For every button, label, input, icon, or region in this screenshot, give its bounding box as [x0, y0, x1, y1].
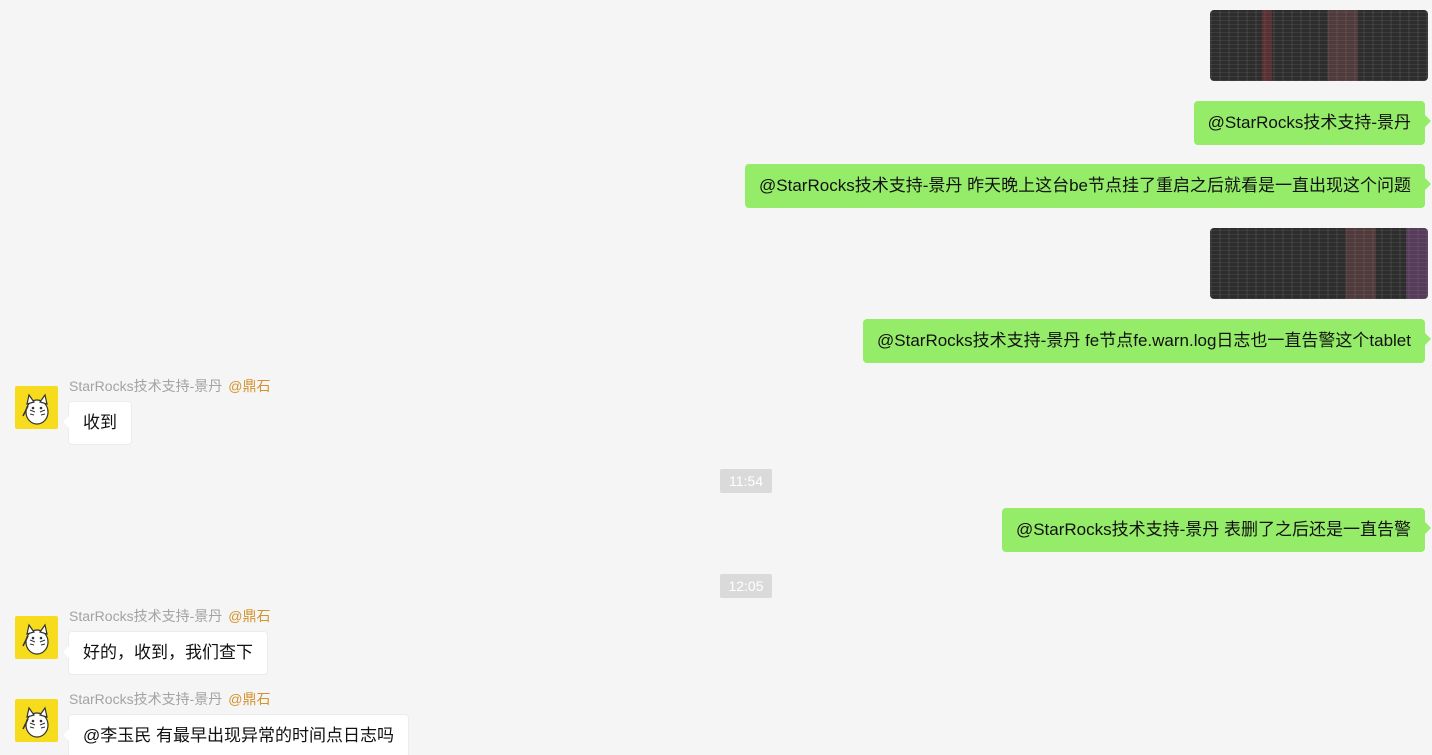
mention-tag[interactable]: @鼎石 [228, 608, 270, 624]
outgoing-message-row: @StarRocks技术支持-景丹 fe节点fe.warn.log日志也一直告警… [863, 319, 1431, 363]
sender-line: StarRocks技术支持-景丹 @鼎石 [69, 607, 270, 625]
sender-line: StarRocks技术支持-景丹 @鼎石 [69, 690, 270, 708]
mention-tag[interactable]: @鼎石 [228, 378, 270, 394]
outgoing-message-bubble[interactable]: @StarRocks技术支持-景丹 [1193, 101, 1432, 145]
image-content [1262, 10, 1272, 81]
outgoing-message-row: @StarRocks技术支持-景丹 [1193, 101, 1432, 145]
sender-name[interactable]: StarRocks技术支持-景丹 [69, 691, 222, 707]
incoming-message-bubble[interactable]: 收到 [63, 401, 132, 445]
incoming-message-bubble[interactable]: @李玉民 有最早出现异常的时间点日志吗 [63, 714, 409, 755]
image-content [1346, 228, 1376, 299]
sender-name[interactable]: StarRocks技术支持-景丹 [69, 378, 222, 394]
outgoing-message-row: @StarRocks技术支持-景丹 昨天晚上这台be节点挂了重启之后就看是一直出… [745, 164, 1431, 208]
sender-line: StarRocks技术支持-景丹 @鼎石 [69, 377, 270, 395]
image-content [1406, 228, 1428, 299]
image-content [1328, 10, 1358, 81]
image-message-screenshot-log[interactable] [1210, 228, 1428, 299]
image-message-screenshot-log[interactable] [1210, 10, 1428, 81]
incoming-message-bubble[interactable]: 好的，收到，我们查下 [63, 631, 268, 675]
cat-avatar-icon[interactable] [15, 699, 58, 742]
outgoing-message-bubble[interactable]: @StarRocks技术支持-景丹 昨天晚上这台be节点挂了重启之后就看是一直出… [745, 164, 1431, 208]
timestamp: 12:05 [720, 574, 772, 598]
cat-avatar-icon[interactable] [15, 616, 58, 659]
timestamp: 11:54 [720, 469, 772, 493]
cat-avatar-icon[interactable] [15, 386, 58, 429]
outgoing-message-bubble[interactable]: @StarRocks技术支持-景丹 fe节点fe.warn.log日志也一直告警… [863, 319, 1431, 363]
mention-tag[interactable]: @鼎石 [228, 691, 270, 707]
chat-message-list[interactable]: @StarRocks技术支持-景丹 @StarRocks技术支持-景丹 昨天晚上… [0, 0, 1432, 755]
outgoing-message-row: @StarRocks技术支持-景丹 表删了之后还是一直告警 [1001, 508, 1432, 552]
sender-name[interactable]: StarRocks技术支持-景丹 [69, 608, 222, 624]
outgoing-message-bubble[interactable]: @StarRocks技术支持-景丹 表删了之后还是一直告警 [1001, 508, 1432, 552]
